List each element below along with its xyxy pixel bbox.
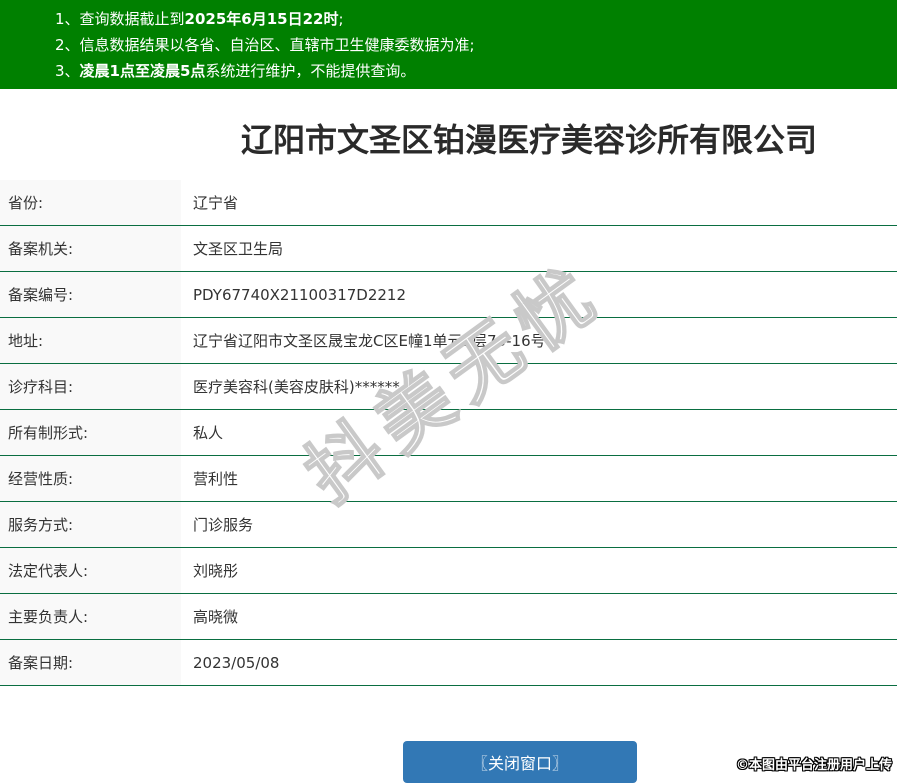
- row-value: 高晓微: [193, 608, 239, 626]
- table-row-business-nature: 经营性质: 营利性: [0, 456, 897, 502]
- notice-line-3-post: 系统进行维护，不能提供查询。: [205, 62, 416, 80]
- row-label: 经营性质:: [0, 456, 181, 501]
- row-label: 服务方式:: [0, 502, 181, 547]
- table-row-legal-representative: 法定代表人: 刘晓彤: [0, 548, 897, 594]
- row-value: PDY67740X21100317D2212: [193, 285, 407, 304]
- row-value: 文圣区卫生局: [193, 240, 284, 258]
- table-row-address: 地址: 辽宁省辽阳市文圣区晟宝龙C区E幢1单元1层70-16号: [0, 318, 897, 364]
- row-value: 医疗美容科(美容皮肤科)******: [193, 378, 400, 396]
- row-value: 辽宁省: [193, 194, 239, 212]
- notice-banner: 1、查询数据截止到2025年6月15日22时; 2、信息数据结果以各省、自治区、…: [0, 0, 897, 89]
- row-label: 诊疗科目:: [0, 364, 181, 409]
- page-title: 辽阳市文圣区铂漫医疗美容诊所有限公司: [240, 121, 817, 159]
- table-row-filing-date: 备案日期: 2023/05/08: [0, 640, 897, 686]
- table-row-ownership-form: 所有制形式: 私人: [0, 410, 897, 456]
- row-label: 备案机关:: [0, 226, 181, 271]
- notice-line-1-pre: 1、查询数据截止到: [55, 10, 185, 28]
- row-value: 刘晓彤: [193, 562, 239, 580]
- row-label: 省份:: [0, 180, 181, 225]
- row-value: 私人: [193, 424, 224, 442]
- notice-line-3-pre: 3、: [55, 62, 80, 80]
- close-window-button[interactable]: 〖关闭窗口〗: [403, 741, 637, 783]
- notice-line-2: 2、信息数据结果以各省、自治区、直辖市卫生健康委数据为准;: [55, 32, 897, 58]
- notice-line-2-pre: 2、信息数据结果以各省、自治区、直辖市卫生健康委数据为准;: [55, 36, 475, 54]
- row-value: 辽宁省辽阳市文圣区晟宝龙C区E幢1单元1层70-16号: [193, 332, 546, 350]
- table-row-service-mode: 服务方式: 门诊服务: [0, 502, 897, 548]
- page: 1、查询数据截止到2025年6月15日22时; 2、信息数据结果以各省、自治区、…: [0, 0, 897, 783]
- record-table: 省份: 辽宁省 备案机关: 文圣区卫生局 备案编号: PDY67740X2110…: [0, 180, 897, 686]
- row-label: 备案编号:: [0, 272, 181, 317]
- notice-line-1-post: ;: [338, 10, 344, 28]
- notice-line-3-bold: 凌晨1点至凌晨5点: [79, 62, 206, 80]
- row-value: 营利性: [193, 470, 239, 488]
- table-row-medical-subjects: 诊疗科目: 医疗美容科(美容皮肤科)******: [0, 364, 897, 410]
- table-row-filing-number: 备案编号: PDY67740X21100317D2212: [0, 272, 897, 318]
- table-row-principal: 主要负责人: 高晓微: [0, 594, 897, 640]
- row-value: 2023/05/08: [193, 653, 280, 672]
- table-row-filing-authority: 备案机关: 文圣区卫生局: [0, 226, 897, 272]
- notice-line-1-bold: 2025年6月15日22时: [184, 10, 339, 28]
- table-row-province: 省份: 辽宁省: [0, 180, 897, 226]
- row-label: 备案日期:: [0, 640, 181, 685]
- uploader-copyright-watermark: ©本图由平台注册用户上传: [735, 758, 892, 773]
- notice-line-1: 1、查询数据截止到2025年6月15日22时;: [55, 6, 897, 32]
- row-value: 门诊服务: [193, 516, 254, 534]
- row-label: 所有制形式:: [0, 410, 181, 455]
- row-label: 地址:: [0, 318, 181, 363]
- row-label: 主要负责人:: [0, 594, 181, 639]
- row-label: 法定代表人:: [0, 548, 181, 593]
- notice-line-3: 3、凌晨1点至凌晨5点系统进行维护，不能提供查询。: [55, 58, 897, 84]
